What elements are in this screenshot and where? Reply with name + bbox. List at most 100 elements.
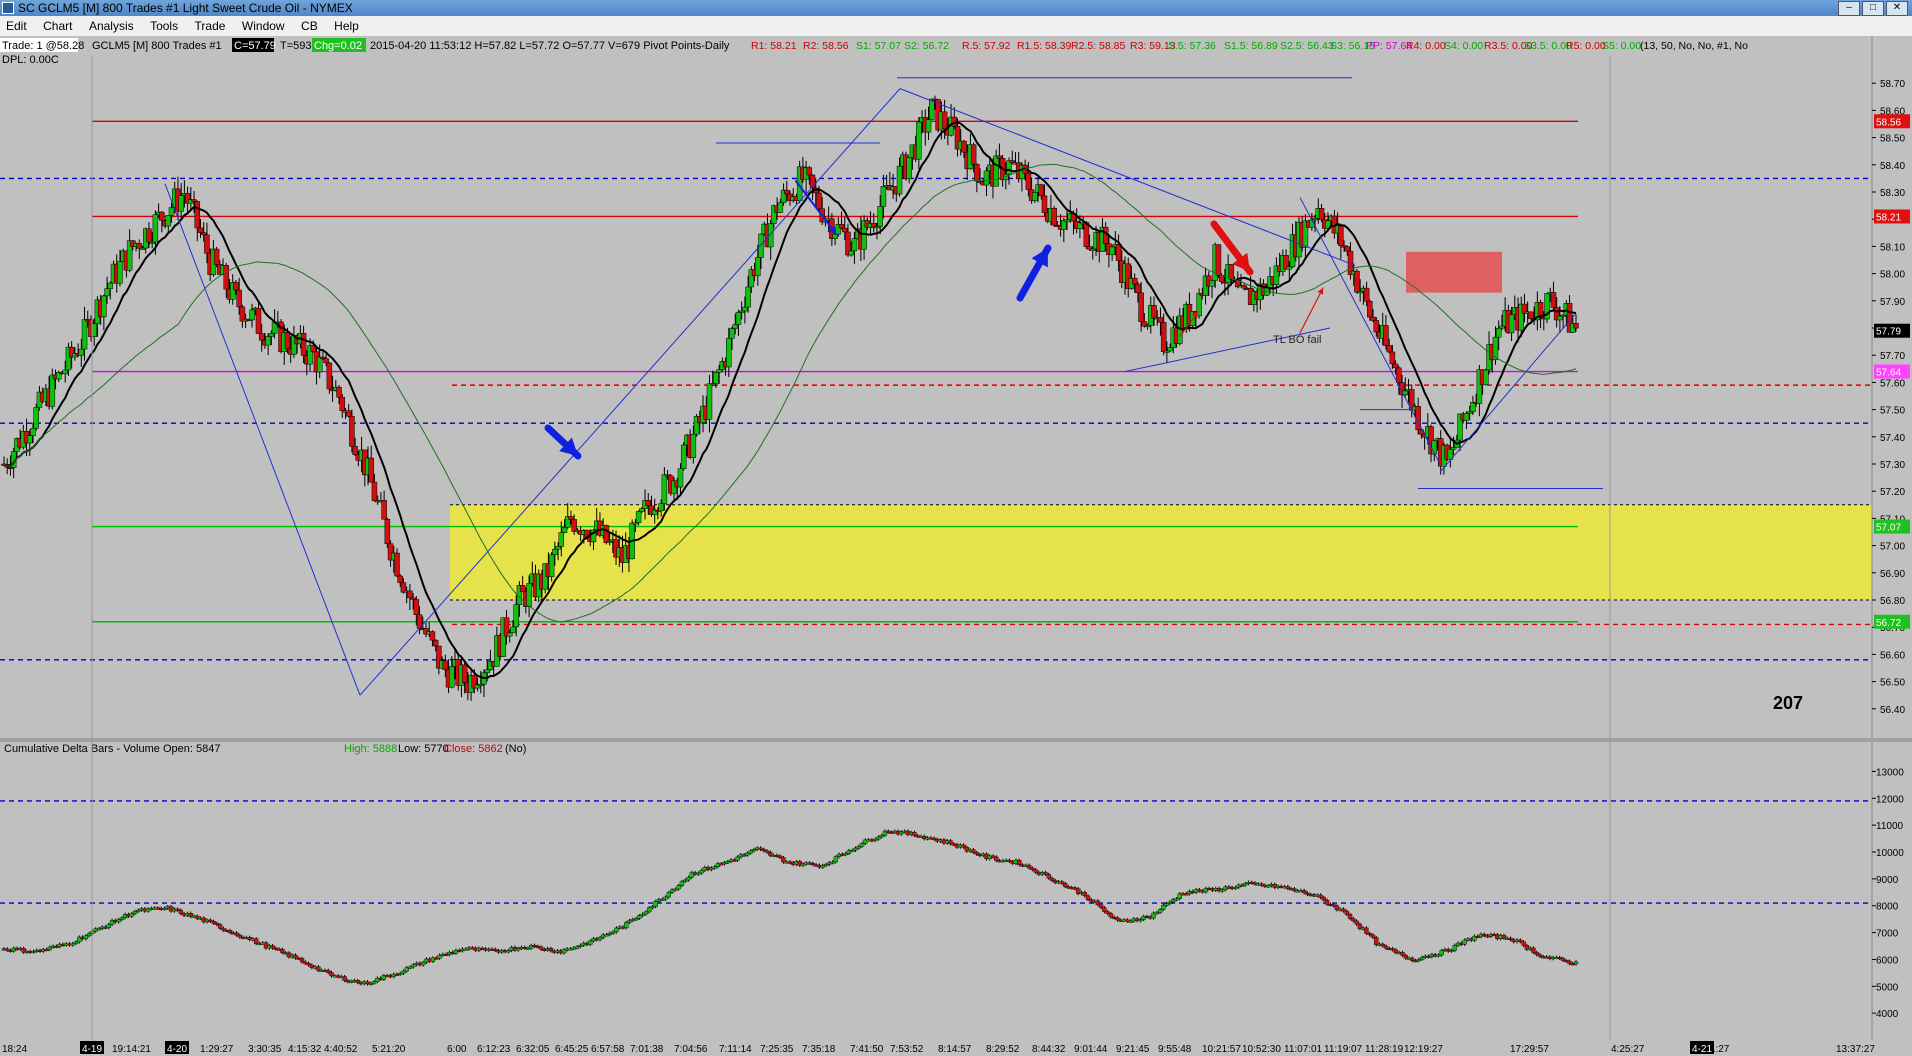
candle xyxy=(397,575,403,583)
delta-tick-label: 4000 xyxy=(1876,1009,1899,1020)
candle xyxy=(735,311,742,325)
pivot-label: S2.5: 56.43 xyxy=(1280,40,1334,52)
time-tick-label: 8:44:32 xyxy=(1032,1044,1066,1055)
candle xyxy=(526,583,532,607)
delta-tick-label: 9000 xyxy=(1876,875,1899,886)
delta-bar xyxy=(1449,950,1454,952)
menu-window[interactable]: Window xyxy=(236,16,291,36)
candle xyxy=(716,369,722,373)
candle xyxy=(970,144,977,165)
delta-bar xyxy=(368,982,373,985)
delta-bar xyxy=(859,843,865,847)
delta-tick-label: 10000 xyxy=(1876,848,1904,859)
close-button[interactable]: ✕ xyxy=(1886,1,1908,16)
delta-bar xyxy=(1115,917,1120,921)
candle xyxy=(974,163,980,182)
time-tick-label: 12:19:27 xyxy=(1404,1044,1443,1055)
window-title: SC GCLM5 [M] 800 Trades #1 Light Sweet C… xyxy=(18,1,353,15)
delta-bar xyxy=(1518,939,1523,942)
time-tick-label: 11:07:01 xyxy=(1284,1044,1323,1055)
lower-title: Cumulative Delta Bars - Volume Open: 584… xyxy=(4,743,220,755)
candle xyxy=(510,626,516,634)
delta-bar xyxy=(162,908,167,910)
candle xyxy=(178,195,184,212)
candle xyxy=(407,590,413,599)
delta-bar xyxy=(856,846,861,849)
delta-bar xyxy=(1292,888,1297,891)
candle xyxy=(816,192,822,210)
time-tick-label: 8:14:57 xyxy=(938,1044,972,1055)
maximize-button[interactable]: □ xyxy=(1862,1,1884,16)
delta-bar xyxy=(421,962,426,966)
time-tick-label: 3:30:35 xyxy=(248,1044,282,1055)
delta-bar xyxy=(342,976,347,981)
candle xyxy=(513,604,519,628)
delta-bar xyxy=(1521,941,1526,946)
candle xyxy=(1392,363,1399,369)
candle xyxy=(961,140,967,153)
candle xyxy=(442,660,449,671)
candle xyxy=(1483,369,1489,386)
price-tick-label: 57.50 xyxy=(1880,406,1905,417)
delta-bar xyxy=(538,946,544,950)
menu-tools[interactable]: Tools xyxy=(144,16,184,36)
menu-trade[interactable]: Trade xyxy=(189,16,232,36)
delta-bar xyxy=(1105,911,1110,914)
delta-bar xyxy=(1049,877,1055,881)
candle xyxy=(101,295,107,318)
time-tick-label: 18:24 xyxy=(2,1044,27,1055)
trading-chart[interactable]: Trade: 1 @58.28 DPL: 0.00C GCLM5 [M] 800… xyxy=(0,36,1912,1056)
delta-bar xyxy=(1154,912,1160,915)
delta-bar xyxy=(1462,939,1467,945)
candle xyxy=(146,228,152,243)
price-tick-label: 58.10 xyxy=(1880,242,1905,253)
price-tick-label: 57.20 xyxy=(1880,487,1905,498)
count-label: 207 xyxy=(1773,693,1803,713)
candle xyxy=(916,121,922,160)
delta-bar xyxy=(316,966,321,971)
candle xyxy=(159,211,165,221)
candle xyxy=(1363,287,1370,302)
delta-tick-label: 11000 xyxy=(1876,821,1904,832)
candle xyxy=(204,234,210,254)
delta-bar xyxy=(872,838,878,841)
candle xyxy=(552,548,558,556)
candle xyxy=(1463,413,1470,421)
delta-bar xyxy=(1364,927,1369,934)
delta-bar xyxy=(1374,937,1379,945)
trade-box-text: Trade: 1 @58.28 xyxy=(2,40,84,52)
menu-help[interactable]: Help xyxy=(328,16,365,36)
candle xyxy=(1396,367,1402,383)
time-tick-label: 17:29:57 xyxy=(1510,1044,1549,1055)
price-tick-label: 57.40 xyxy=(1880,433,1905,444)
delta-bar xyxy=(1403,955,1408,959)
candle xyxy=(1131,277,1138,285)
lower-low: Low: 5770 xyxy=(398,743,449,755)
candle xyxy=(809,174,816,189)
minimize-button[interactable]: – xyxy=(1838,1,1860,16)
delta-bar xyxy=(735,856,740,861)
candle xyxy=(677,468,684,488)
pane-separator[interactable] xyxy=(0,738,1912,742)
price-tick-label: 57.30 xyxy=(1880,460,1905,471)
delta-tick-label: 5000 xyxy=(1876,982,1899,993)
delta-bar xyxy=(1439,950,1444,956)
candle xyxy=(729,328,735,339)
candle xyxy=(284,332,291,350)
time-tick-label: 19:14:21 xyxy=(112,1044,151,1055)
candle xyxy=(548,554,555,578)
delta-bar xyxy=(1370,934,1376,938)
menu-analysis[interactable]: Analysis xyxy=(83,16,140,36)
time-tick-label: 5:21:20 xyxy=(372,1044,406,1055)
delta-bar xyxy=(326,970,331,973)
menu-chart[interactable]: Chart xyxy=(37,16,78,36)
price-badge-label: 57.79 xyxy=(1876,327,1901,338)
menu-edit[interactable]: Edit xyxy=(0,16,33,36)
delta-bar xyxy=(253,938,259,944)
delta-bar xyxy=(1102,907,1107,912)
delta-bar xyxy=(1383,945,1389,949)
candle xyxy=(848,250,854,256)
candle xyxy=(339,396,345,411)
menu-cb[interactable]: CB xyxy=(295,16,324,36)
date-marker-label: 4-21 xyxy=(1692,1044,1712,1055)
